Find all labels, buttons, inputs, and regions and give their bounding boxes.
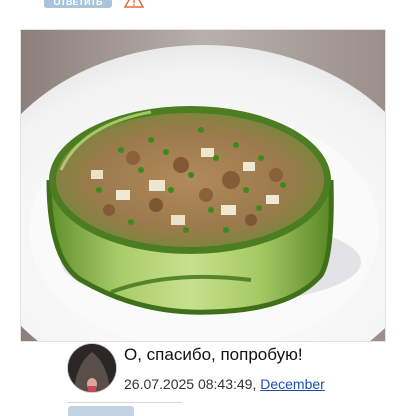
user-avatar[interactable] bbox=[68, 344, 116, 392]
divider bbox=[68, 402, 182, 403]
comment-text: О, спасибо, попробую! bbox=[124, 345, 303, 364]
comment-timestamp: 26.07.2025 08:43:49, bbox=[124, 376, 257, 392]
warning-triangle-icon[interactable] bbox=[123, 0, 145, 8]
comment-meta: 26.07.2025 08:43:49, December bbox=[124, 376, 325, 392]
author-link[interactable]: December bbox=[260, 376, 325, 392]
next-reply-button[interactable] bbox=[68, 406, 134, 416]
salad-photo[interactable] bbox=[20, 29, 386, 342]
reply-button[interactable]: ответить bbox=[44, 0, 112, 8]
